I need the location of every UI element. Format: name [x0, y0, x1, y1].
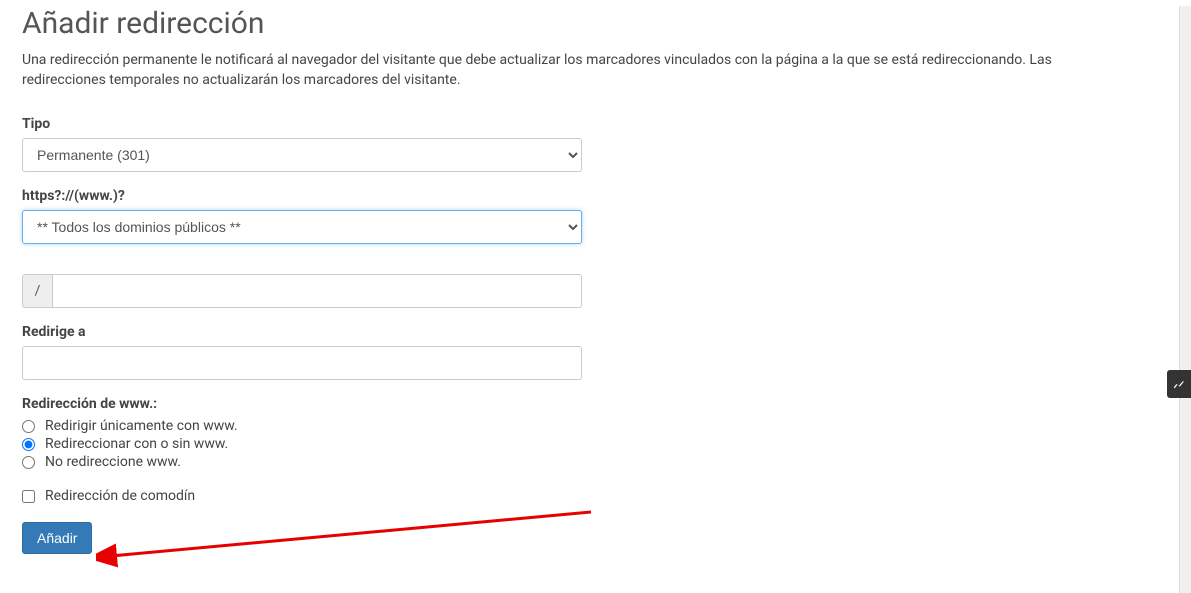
page-description: Una redirección permanente le notificará… — [22, 51, 1122, 90]
add-button[interactable]: Añadir — [22, 522, 92, 554]
domain-label: https?://(www.)? — [22, 188, 1169, 204]
type-label: Tipo — [22, 116, 1169, 132]
path-prefix: / — [22, 274, 52, 308]
domain-select[interactable]: ** Todos los dominios públicos ** — [22, 210, 582, 244]
chart-icon — [1172, 377, 1186, 391]
stats-tab[interactable] — [1167, 370, 1191, 398]
www-both-label: Redireccionar con o sin www. — [45, 436, 228, 452]
redirect-to-input[interactable] — [22, 346, 582, 380]
scrollbar-track[interactable] — [1179, 6, 1191, 593]
www-only-label: Redirigir únicamente con www. — [45, 418, 238, 434]
www-none-radio[interactable] — [22, 456, 35, 469]
www-both-radio[interactable] — [22, 438, 35, 451]
wildcard-label: Redirección de comodín — [45, 488, 195, 504]
www-redirect-label: Redirección de www.: — [22, 396, 1169, 412]
arrow-annotation — [96, 504, 606, 574]
path-input[interactable] — [52, 274, 582, 308]
page-title: Añadir redirección — [22, 6, 1169, 41]
type-select[interactable]: Permanente (301) — [22, 138, 582, 172]
www-only-radio[interactable] — [22, 420, 35, 433]
wildcard-checkbox[interactable] — [22, 490, 35, 503]
redirect-to-label: Redirige a — [22, 324, 1169, 340]
www-none-label: No redireccione www. — [45, 454, 181, 470]
